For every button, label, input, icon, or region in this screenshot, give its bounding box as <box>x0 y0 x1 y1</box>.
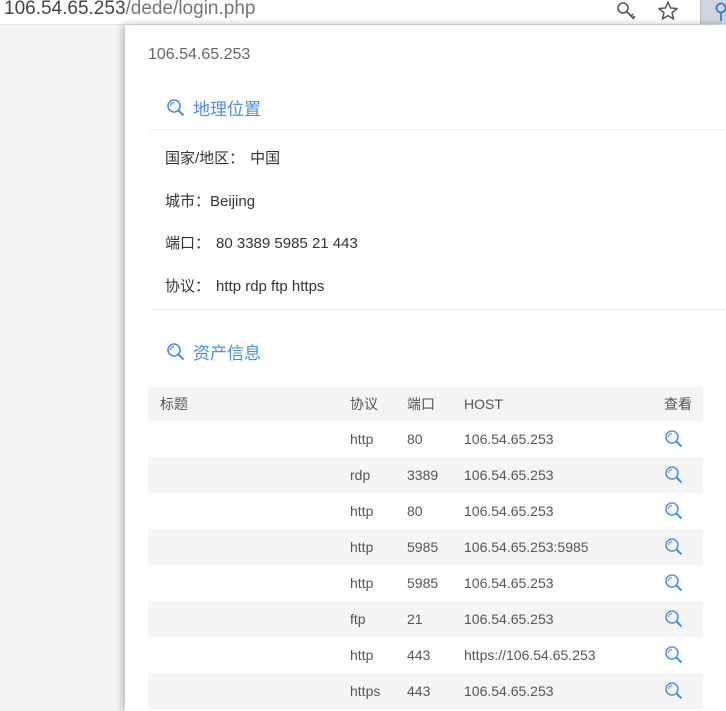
column-header-port: 端口 <box>407 396 435 412</box>
city-row: 城市：Beijing <box>165 190 255 211</box>
row-host: 106.54.65.253 <box>464 431 554 447</box>
protocol-label: 协议： <box>165 278 211 295</box>
divider <box>150 129 726 130</box>
row-port: 80 <box>407 503 423 519</box>
row-port: 5985 <box>407 575 439 591</box>
asset-section-header: 资产信息 <box>166 339 261 364</box>
row-port: 3389 <box>407 467 439 483</box>
table-row: ftp 21 106.54.65.253 <box>148 601 703 637</box>
row-port: 443 <box>407 683 431 699</box>
row-host: https://106.54.65.253 <box>464 647 596 663</box>
city-label: 城市： <box>165 193 211 210</box>
view-search-icon[interactable] <box>664 529 684 565</box>
table-row: https 443 106.54.65.253 <box>148 673 703 709</box>
country-label: 国家/地区： <box>165 150 245 167</box>
address-bar[interactable]: 106.54.65.253/dede/login.php <box>0 0 726 25</box>
asset-section-title: 资产信息 <box>193 344 261 363</box>
ip-title: 106.54.65.253 <box>148 46 251 63</box>
row-protocol: rdp <box>350 467 371 483</box>
row-protocol: https <box>350 683 381 699</box>
table-row: http 5985 106.54.65.253:5985 <box>148 529 703 565</box>
row-host: 106.54.65.253 <box>464 503 554 519</box>
row-port: 21 <box>407 611 423 627</box>
view-search-icon[interactable] <box>664 637 684 673</box>
url-path: /dede/login.php <box>125 0 256 19</box>
star-icon[interactable] <box>656 0 680 22</box>
country-value: 中国 <box>250 150 281 167</box>
view-search-icon[interactable] <box>664 493 684 529</box>
port-value: 80 3389 5985 21 443 <box>216 235 358 252</box>
protocol-row: 协议： http rdp ftp https <box>165 275 324 296</box>
view-search-icon[interactable] <box>664 673 684 709</box>
address-url[interactable]: 106.54.65.253/dede/login.php <box>4 0 255 20</box>
row-port: 80 <box>407 431 423 447</box>
row-host: 106.54.65.253 <box>464 683 554 699</box>
view-search-icon[interactable] <box>664 457 684 493</box>
view-search-icon[interactable] <box>664 601 684 637</box>
row-host: 106.54.65.253 <box>464 611 554 627</box>
row-host: 106.54.65.253 <box>464 575 554 591</box>
ip-info-panel: 106.54.65.253 地理位置 国家/地区： 中国 城市：Beijing 端… <box>125 25 726 711</box>
row-protocol: http <box>350 503 374 519</box>
row-host: 106.54.65.253:5985 <box>464 539 589 555</box>
row-protocol: http <box>350 539 374 555</box>
key-icon[interactable] <box>614 0 638 22</box>
column-header-protocol: 协议 <box>350 396 378 412</box>
city-value: Beijing <box>210 193 256 210</box>
row-protocol: http <box>350 647 374 663</box>
table-row: http 443 https://106.54.65.253 <box>148 637 703 673</box>
column-header-host: HOST <box>464 396 503 412</box>
view-search-icon[interactable] <box>664 421 684 457</box>
url-host: 106.54.65.253 <box>4 0 126 19</box>
table-row: http 5985 106.54.65.253 <box>148 565 703 601</box>
table-row: rdp 3389 106.54.65.253 <box>148 457 703 493</box>
row-host: 106.54.65.253 <box>464 467 554 483</box>
row-port: 5985 <box>407 539 439 555</box>
row-port: 443 <box>407 647 431 663</box>
asset-table: 标题 协议 端口 HOST 查看 http 80 106.54.65.253 r… <box>148 387 703 709</box>
geo-section-title: 地理位置 <box>193 100 261 119</box>
row-protocol: http <box>350 575 374 591</box>
table-row: http 80 106.54.65.253 <box>148 421 703 457</box>
row-protocol: ftp <box>350 611 366 627</box>
table-row: http 80 106.54.65.253 <box>148 493 703 529</box>
geo-section-header: 地理位置 <box>166 95 261 120</box>
search-icon <box>167 98 185 116</box>
row-protocol: http <box>350 431 374 447</box>
table-header-row: 标题 协议 端口 HOST 查看 <box>148 387 703 421</box>
protocol-value: http rdp ftp https <box>216 278 325 295</box>
divider <box>150 309 726 310</box>
port-row: 端口： 80 3389 5985 21 443 <box>165 232 358 253</box>
country-row: 国家/地区： 中国 <box>165 147 280 168</box>
column-header-title: 标题 <box>160 396 188 412</box>
port-label: 端口： <box>165 235 211 252</box>
extension-icon[interactable] <box>700 0 726 24</box>
view-search-icon[interactable] <box>664 565 684 601</box>
search-icon <box>167 342 185 360</box>
column-header-view: 查看 <box>664 396 692 412</box>
